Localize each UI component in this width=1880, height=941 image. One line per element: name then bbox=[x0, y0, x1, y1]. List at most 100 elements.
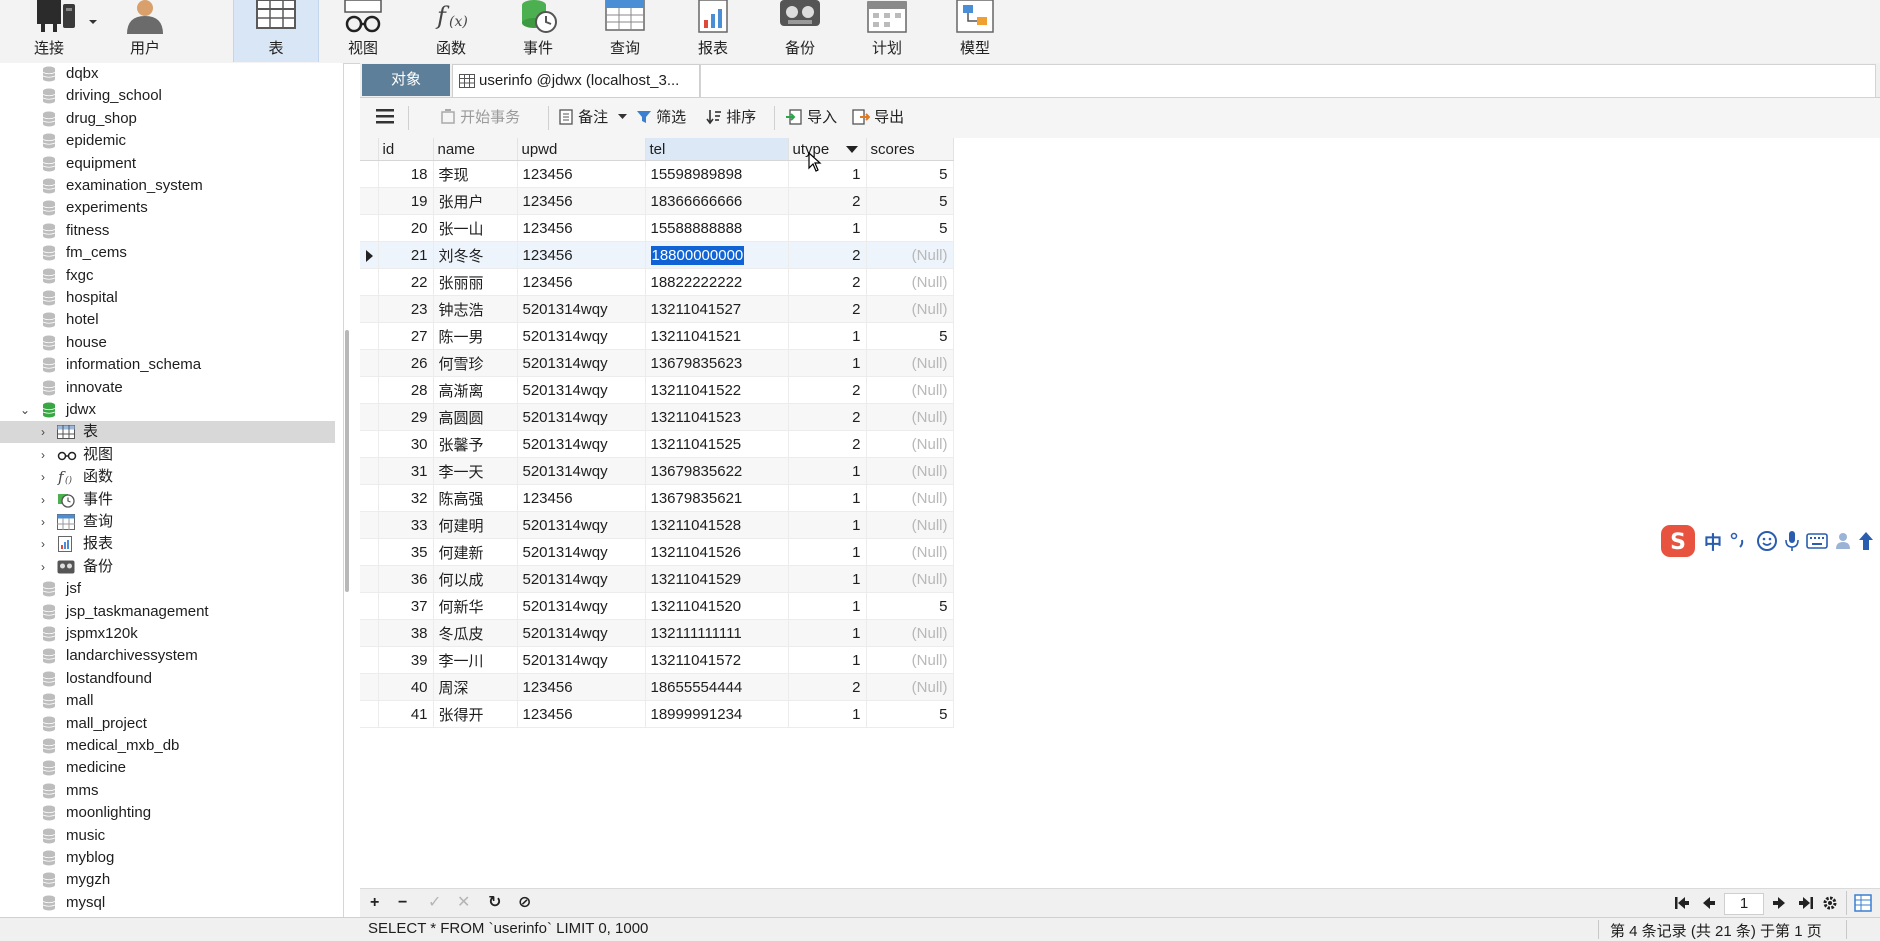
cell-scores[interactable]: (Null) bbox=[866, 241, 954, 269]
table-row[interactable]: 37 何新华 5201314wqy 13211041520 1 5 bbox=[360, 592, 954, 620]
cell-scores[interactable]: (Null) bbox=[866, 430, 954, 458]
microphone-icon[interactable] bbox=[1784, 530, 1800, 552]
cell-id[interactable]: 26 bbox=[378, 349, 434, 377]
cell-upwd[interactable]: 5201314wqy bbox=[517, 349, 646, 377]
chevron-down-icon[interactable] bbox=[88, 18, 98, 26]
cell-utype[interactable]: 1 bbox=[788, 214, 867, 242]
delete-record-button[interactable]: − bbox=[398, 893, 407, 913]
cell-name[interactable]: 刘冬冬 bbox=[433, 241, 518, 269]
cell-utype[interactable]: 1 bbox=[788, 457, 867, 485]
cell-id[interactable]: 27 bbox=[378, 322, 434, 350]
table-row[interactable]: 18 李现 123456 15598989898 1 5 bbox=[360, 160, 954, 188]
tree-item-database[interactable]: hotel bbox=[0, 309, 335, 331]
cell-tel[interactable]: 13211041526 bbox=[645, 538, 789, 566]
tree-item-database[interactable]: fitness bbox=[0, 220, 335, 242]
cell-name[interactable]: 张得开 bbox=[433, 700, 518, 728]
cell-name[interactable]: 陈一男 bbox=[433, 322, 518, 350]
tree-item-database[interactable]: innovate bbox=[0, 377, 335, 399]
refresh-button[interactable]: ↻ bbox=[488, 893, 501, 913]
cell-utype[interactable]: 2 bbox=[788, 241, 867, 269]
cell-name[interactable]: 李现 bbox=[433, 160, 518, 188]
cell-name[interactable]: 张一山 bbox=[433, 214, 518, 242]
cell-scores[interactable]: 5 bbox=[866, 592, 954, 620]
row-marker[interactable] bbox=[360, 484, 379, 512]
cell-scores[interactable]: (Null) bbox=[866, 349, 954, 377]
chevron-down-icon[interactable]: ⌄ bbox=[18, 399, 32, 421]
tree-item-database[interactable]: fxgc bbox=[0, 265, 335, 287]
memo-button[interactable]: 备注 bbox=[558, 108, 628, 128]
tree-item-database[interactable]: medical_mxb_db bbox=[0, 735, 335, 757]
query-button[interactable]: 查询 bbox=[584, 0, 666, 62]
table-row[interactable]: 29 高圆圆 5201314wqy 13211041523 2 (Null) bbox=[360, 403, 954, 431]
tree-item-database[interactable]: experiments bbox=[0, 197, 335, 219]
tree-item-database[interactable]: equipment bbox=[0, 153, 335, 175]
apply-changes-button[interactable]: ✓ bbox=[428, 893, 441, 913]
row-marker[interactable] bbox=[360, 187, 379, 215]
cell-name[interactable]: 何以成 bbox=[433, 565, 518, 593]
tree-item-database[interactable]: epidemic bbox=[0, 130, 335, 152]
cell-id[interactable]: 36 bbox=[378, 565, 434, 593]
model-button[interactable]: 模型 bbox=[934, 0, 1016, 62]
page-number-input[interactable]: 1 bbox=[1724, 893, 1764, 915]
cell-id[interactable]: 30 bbox=[378, 430, 434, 458]
cell-utype[interactable]: 1 bbox=[788, 349, 867, 377]
cell-name[interactable]: 冬瓜皮 bbox=[433, 619, 518, 647]
cell-name[interactable]: 高渐离 bbox=[433, 376, 518, 404]
tree-item-database[interactable]: mygzh bbox=[0, 869, 335, 891]
tree-item-database[interactable]: myblog bbox=[0, 847, 335, 869]
cell-utype[interactable]: 1 bbox=[788, 646, 867, 674]
cell-tel[interactable]: 13211041523 bbox=[645, 403, 789, 431]
chevron-right-icon[interactable]: › bbox=[36, 533, 50, 555]
cell-utype[interactable]: 1 bbox=[788, 565, 867, 593]
filter-button[interactable]: 筛选 bbox=[636, 108, 686, 128]
row-marker[interactable] bbox=[360, 619, 379, 647]
cell-id[interactable]: 35 bbox=[378, 538, 434, 566]
tree-item-database[interactable]: house bbox=[0, 332, 335, 354]
row-marker[interactable] bbox=[360, 511, 379, 539]
sogou-ime-icon[interactable]: S bbox=[1660, 524, 1696, 558]
row-marker[interactable] bbox=[360, 241, 379, 269]
cell-scores[interactable]: (Null) bbox=[866, 295, 954, 323]
cell-utype[interactable]: 2 bbox=[788, 430, 867, 458]
cell-tel[interactable]: 13679835622 bbox=[645, 457, 789, 485]
tree-item-database-open[interactable]: ⌄ jdwx bbox=[0, 399, 335, 421]
view-button[interactable]: 视图 bbox=[322, 0, 404, 62]
row-marker[interactable] bbox=[360, 376, 379, 404]
chevron-right-icon[interactable]: › bbox=[36, 421, 50, 443]
cell-utype[interactable]: 1 bbox=[788, 538, 867, 566]
column-header-name[interactable]: name bbox=[433, 138, 518, 161]
row-marker[interactable] bbox=[360, 268, 379, 296]
chevron-right-icon[interactable]: › bbox=[36, 556, 50, 578]
cell-id[interactable]: 33 bbox=[378, 511, 434, 539]
cell-id[interactable]: 37 bbox=[378, 592, 434, 620]
cell-name[interactable]: 张用户 bbox=[433, 187, 518, 215]
cell-tel[interactable]: 13211041527 bbox=[645, 295, 789, 323]
tree-item-database[interactable]: moonlighting bbox=[0, 802, 335, 824]
row-marker[interactable] bbox=[360, 214, 379, 242]
cell-scores[interactable]: (Null) bbox=[866, 403, 954, 431]
cell-utype[interactable]: 1 bbox=[788, 700, 867, 728]
cell-tel[interactable]: 13211041572 bbox=[645, 646, 789, 674]
tree-item-database[interactable]: medicine bbox=[0, 757, 335, 779]
tree-item-database[interactable]: lostandfound bbox=[0, 668, 335, 690]
tab-userinfo[interactable]: userinfo @jdwx (localhost_3... bbox=[452, 64, 700, 97]
table-row[interactable]: 36 何以成 5201314wqy 13211041529 1 (Null) bbox=[360, 565, 954, 593]
export-button[interactable]: 导出 bbox=[852, 108, 904, 128]
cell-upwd[interactable]: 123456 bbox=[517, 700, 646, 728]
cell-name[interactable]: 何建新 bbox=[433, 538, 518, 566]
row-marker[interactable] bbox=[360, 646, 379, 674]
chevron-right-icon[interactable]: › bbox=[36, 444, 50, 466]
add-record-button[interactable]: + bbox=[370, 893, 379, 913]
cell-tel[interactable]: 13211041521 bbox=[645, 322, 789, 350]
cell-utype[interactable]: 2 bbox=[788, 187, 867, 215]
cell-name[interactable]: 张丽丽 bbox=[433, 268, 518, 296]
cell-utype[interactable]: 2 bbox=[788, 403, 867, 431]
cell-scores[interactable]: (Null) bbox=[866, 484, 954, 512]
row-marker[interactable] bbox=[360, 592, 379, 620]
cell-upwd[interactable]: 5201314wqy bbox=[517, 430, 646, 458]
cell-tel[interactable]: 13679835621 bbox=[645, 484, 789, 512]
grid-view-icon[interactable] bbox=[1854, 894, 1872, 912]
cell-scores[interactable]: 5 bbox=[866, 160, 954, 188]
table-row[interactable]: 19 张用户 123456 18366666666 2 5 bbox=[360, 187, 954, 215]
cell-scores[interactable]: 5 bbox=[866, 214, 954, 242]
